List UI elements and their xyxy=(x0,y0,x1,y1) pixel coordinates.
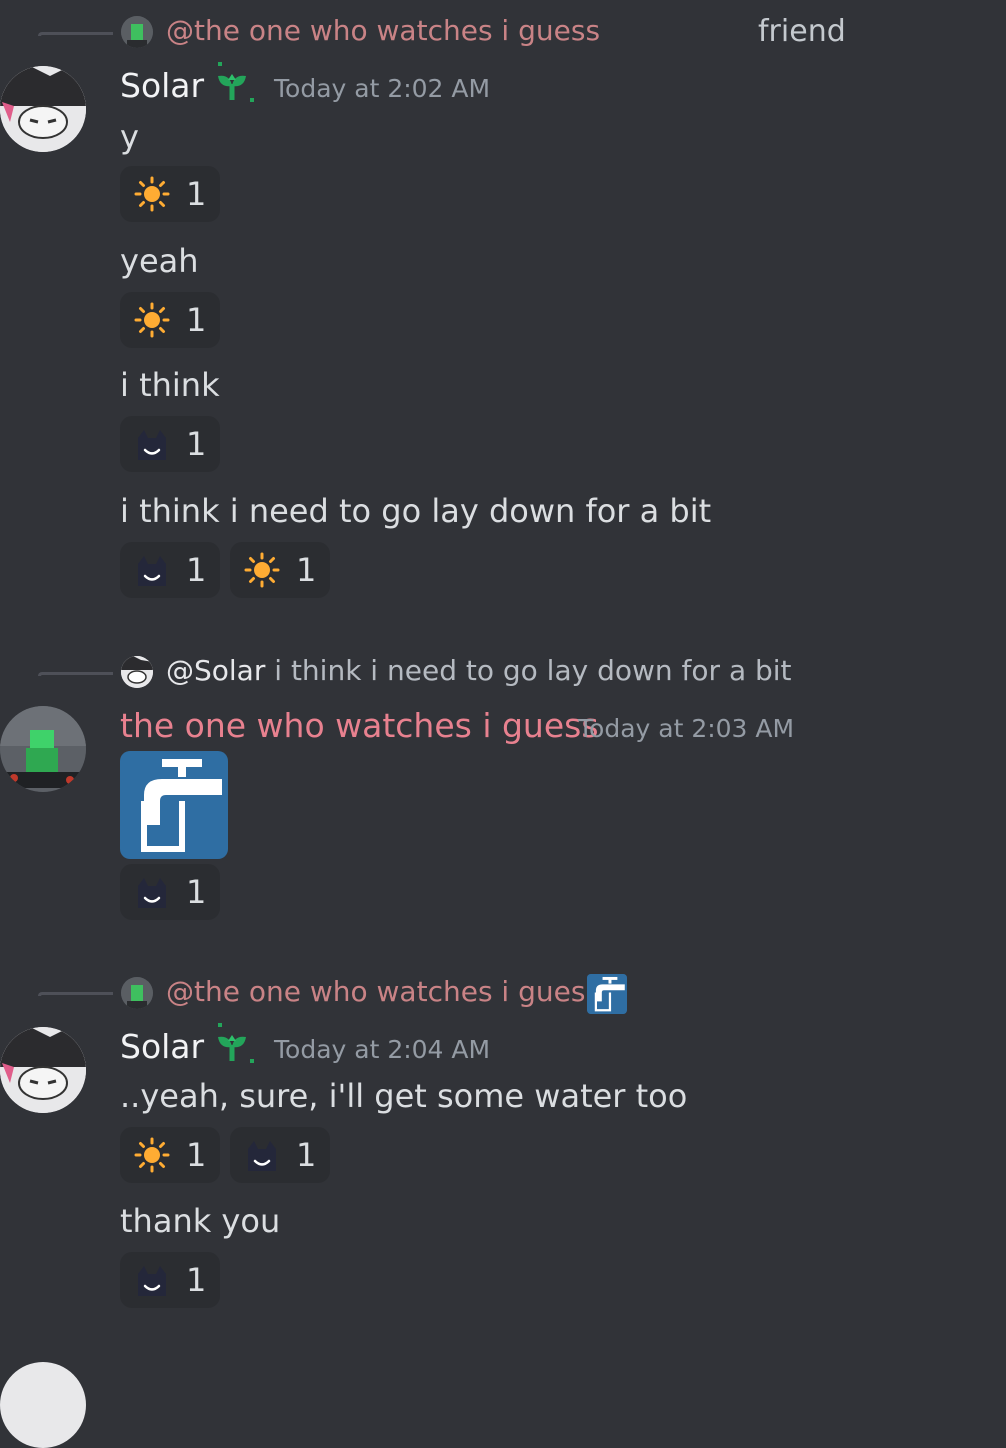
timestamp[interactable]: Today at 2:04 AM xyxy=(274,1035,490,1064)
cat-icon xyxy=(136,554,168,588)
sun-icon xyxy=(134,176,170,212)
message-text: thank you xyxy=(120,1202,281,1240)
timestamp[interactable]: Today at 2:03 AM xyxy=(578,714,794,743)
reaction-count: 1 xyxy=(296,1136,317,1174)
sun-icon xyxy=(134,1137,170,1173)
message-text: yeah xyxy=(120,242,199,280)
avatar-solar[interactable] xyxy=(0,1027,86,1113)
cat-icon xyxy=(136,1264,168,1298)
username-solar[interactable]: Solar xyxy=(120,1027,204,1066)
sun-icon xyxy=(134,302,170,338)
water-tap-icon[interactable] xyxy=(120,751,228,859)
sun-icon xyxy=(244,552,280,588)
cat-icon xyxy=(246,1139,278,1173)
friend-tag: friend xyxy=(758,14,846,49)
reaction-count: 1 xyxy=(186,551,207,589)
message-text: y xyxy=(120,118,139,156)
reply-connector xyxy=(38,992,113,996)
reply-connector xyxy=(38,32,113,36)
reaction-cat[interactable]: 1 xyxy=(120,542,220,598)
reaction-count: 1 xyxy=(186,425,207,463)
water-tap-icon xyxy=(587,974,627,1014)
reaction-count: 1 xyxy=(186,1136,207,1174)
reaction-cat[interactable]: 1 xyxy=(230,1127,330,1183)
message-text: ..yeah, sure, i'll get some water too xyxy=(120,1077,688,1115)
username-the-one-who-watches[interactable]: the one who watches i guess xyxy=(120,706,599,745)
reaction-cat[interactable]: 1 xyxy=(120,864,220,920)
reaction-count: 1 xyxy=(186,301,207,339)
reaction-count: 1 xyxy=(186,175,207,213)
reaction-count: 1 xyxy=(186,873,207,911)
message-text: i think xyxy=(120,366,220,404)
sprout-badge-icon[interactable] xyxy=(210,1023,258,1071)
reaction-sun[interactable]: 1 xyxy=(230,542,330,598)
reaction-sun[interactable]: 1 xyxy=(120,166,220,222)
cat-icon xyxy=(136,428,168,462)
message-text: i think i need to go lay down for a bit xyxy=(120,492,712,530)
reply-avatar[interactable] xyxy=(121,16,153,48)
reaction-sun[interactable]: 1 xyxy=(120,1127,220,1183)
reply-connector xyxy=(38,672,113,676)
avatar-solar[interactable] xyxy=(0,66,86,152)
reaction-count: 1 xyxy=(186,1261,207,1299)
avatar-next[interactable] xyxy=(0,1362,86,1448)
sprout-badge-icon[interactable] xyxy=(210,62,258,110)
timestamp[interactable]: Today at 2:02 AM xyxy=(274,74,490,103)
reply-preview[interactable]: @Solar i think i need to go lay down for… xyxy=(166,654,792,687)
reaction-cat[interactable]: 1 xyxy=(120,1252,220,1308)
reaction-sun[interactable]: 1 xyxy=(120,292,220,348)
reply-preview[interactable]: @the one who watches i guess xyxy=(166,975,600,1008)
reply-preview[interactable]: @the one who watches i guess xyxy=(166,14,600,47)
reaction-cat[interactable]: 1 xyxy=(120,416,220,472)
reply-snippet[interactable]: i think i need to go lay down for a bit xyxy=(274,654,791,687)
reply-username[interactable]: @the one who watches i guess xyxy=(166,975,600,1008)
cat-icon xyxy=(136,876,168,910)
reply-avatar[interactable] xyxy=(121,656,153,688)
reply-username[interactable]: @the one who watches i guess xyxy=(166,14,600,47)
reply-avatar[interactable] xyxy=(121,977,153,1009)
username-solar[interactable]: Solar xyxy=(120,66,204,105)
avatar-the-one-who-watches[interactable] xyxy=(0,706,86,792)
reaction-count: 1 xyxy=(296,551,317,589)
reply-username[interactable]: @Solar xyxy=(166,654,265,687)
